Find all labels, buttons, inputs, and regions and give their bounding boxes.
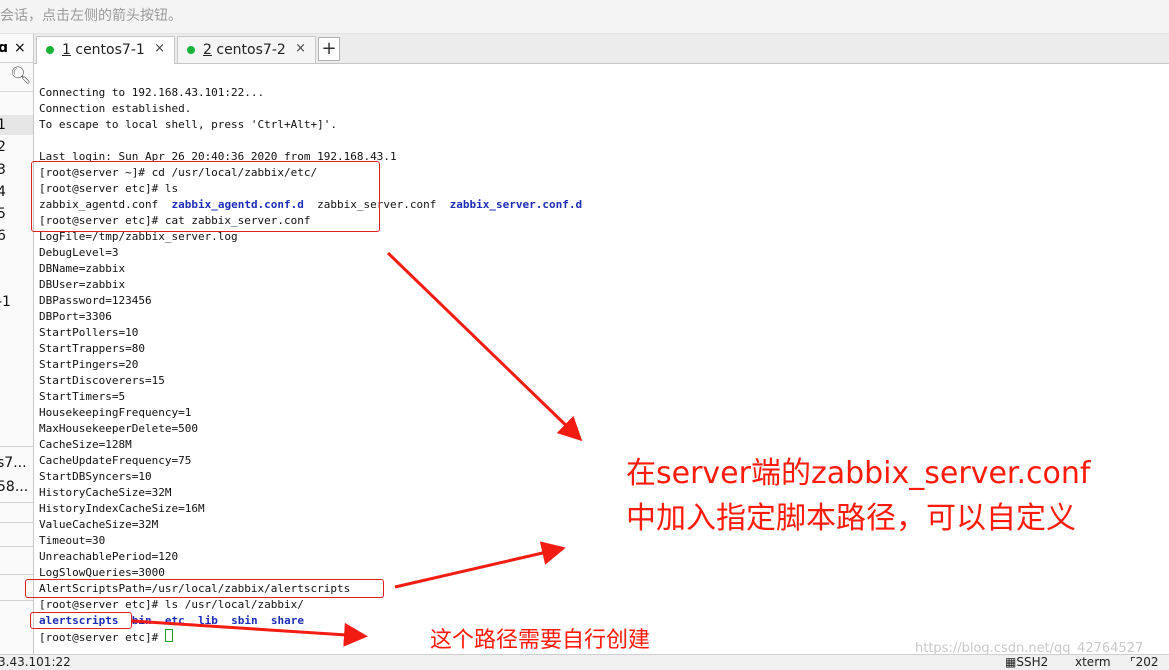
close-tab-icon[interactable]: × (154, 36, 165, 62)
session-item[interactable]: 5 (0, 206, 6, 222)
terminal-line: CacheUpdateFrequency=75 (39, 454, 192, 467)
terminal-line: Timeout=30 (39, 534, 106, 547)
highlight-box-commands (31, 161, 380, 232)
divider (0, 546, 33, 547)
session-item[interactable]: 2 (0, 139, 6, 155)
terminal-line: DebugLevel=3 (39, 246, 119, 259)
search-icon[interactable]: 🔍︎ (10, 66, 32, 86)
terminal-line: StartPollers=10 (39, 326, 139, 339)
terminal-line: UnreachablePeriod=120 (39, 550, 179, 563)
connected-status-icon (46, 46, 54, 54)
session-item[interactable]: -1 (0, 294, 11, 310)
annotation-text: 在server端的zabbix_server.conf (626, 456, 1091, 491)
session-item[interactable]: 3 (0, 162, 6, 178)
terminal-line: DBName=zabbix (39, 262, 126, 275)
terminal-line: MaxHousekeeperDelete=500 (39, 422, 198, 435)
new-tab-button[interactable]: + (318, 37, 340, 61)
pin-icon[interactable]: ɑ (0, 34, 8, 62)
terminal-line: StartPingers=20 (39, 358, 139, 371)
terminal-line: [root@server etc]# ls /usr/local/zabbix/ (39, 598, 304, 611)
terminal-line: DBPort=3306 (39, 310, 112, 323)
annotation-text: 中加入指定脚本路径，可以自定义 (626, 501, 1076, 536)
tab-centos7-2[interactable]: 2 centos7-2 × (177, 36, 316, 63)
status-protocol: ▦ SSH2 (1005, 655, 1049, 669)
session-item[interactable]: s7... (0, 455, 27, 471)
session-panel-header: ɑ × (0, 34, 33, 63)
status-size: ⌜ 202 (1130, 655, 1159, 669)
tab-bar: 1 centos7-1 × 2 centos7-2 × + (34, 34, 1169, 64)
terminal-line: DBPassword=123456 (39, 294, 152, 307)
highlight-box-alertscripts (30, 612, 132, 629)
terminal-line: StartDBSyncers=10 (39, 470, 152, 483)
session-item[interactable]: 4 (0, 184, 6, 200)
terminal-line: Connecting to 192.168.43.101:22... (39, 86, 265, 99)
session-item[interactable]: 58... (0, 479, 28, 495)
terminal-line: ValueCacheSize=32M (39, 518, 159, 531)
status-host: 3.43.101:22 (0, 655, 71, 669)
tab-label: 1 centos7-1 (62, 42, 145, 58)
terminal-line: DBUser=zabbix (39, 278, 126, 291)
terminal-line: To escape to local shell, press 'Ctrl+Al… (39, 118, 338, 131)
terminal-line: StartDiscoverers=15 (39, 374, 165, 387)
terminal-line: Connection established. (39, 102, 192, 115)
session-panel: ɑ × 🔍︎ 1 2 3 4 5 6 -1 s7... 58... (0, 34, 34, 654)
connected-status-icon (187, 46, 195, 54)
divider (0, 502, 33, 503)
session-item[interactable]: 1 (0, 117, 6, 133)
close-panel-icon[interactable]: × (14, 34, 26, 62)
status-terminal-type: xterm (1075, 655, 1111, 669)
terminal-line: StartTimers=5 (39, 390, 126, 403)
hint-bar: 会话，点击左侧的箭头按钮。 (0, 0, 1169, 34)
session-search[interactable]: 🔍︎ (0, 63, 33, 92)
hint-text: 会话，点击左侧的箭头按钮。 (0, 8, 182, 24)
tab-label: 2 centos7-2 (203, 42, 286, 58)
terminal-line: StartTrappers=80 (39, 342, 145, 355)
divider (0, 600, 33, 601)
close-tab-icon[interactable]: × (295, 36, 306, 62)
divider (0, 446, 33, 447)
terminal-line: CacheSize=128M (39, 438, 132, 451)
status-bar: 3.43.101:22 ▦ SSH2 xterm ⌜ 202 (0, 654, 1169, 670)
terminal-line: HousekeepingFrequency=1 (39, 406, 192, 419)
divider (0, 522, 33, 523)
divider (0, 574, 33, 575)
highlight-box-alertscriptspath (25, 579, 384, 598)
terminal-line: HistoryCacheSize=32M (39, 486, 172, 499)
text-cursor (164, 629, 173, 642)
session-item[interactable]: 6 (0, 228, 6, 244)
tab-centos7-1[interactable]: 1 centos7-1 × (36, 36, 175, 64)
terminal[interactable]: Connecting to 192.168.43.101:22... Conne… (34, 64, 1169, 654)
terminal-line: HistoryIndexCacheSize=16M (39, 502, 205, 515)
terminal-prompt: [root@server etc]# (39, 629, 173, 646)
annotation-text: 这个路径需要自行创建 (430, 628, 651, 653)
